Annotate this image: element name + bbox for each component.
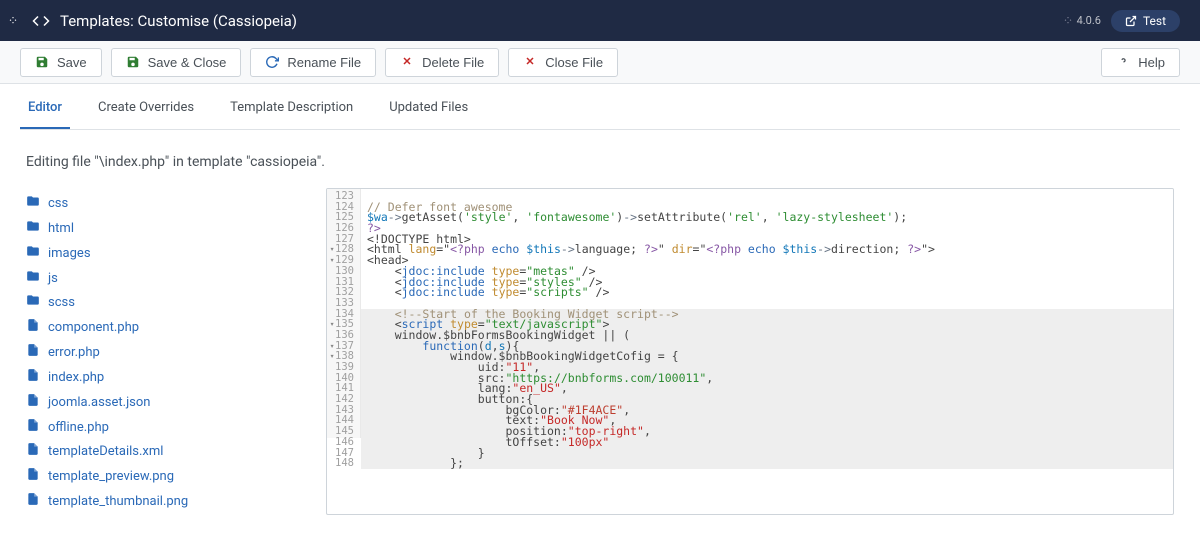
file-icon — [26, 492, 40, 513]
file-index-php[interactable]: index.php — [26, 366, 296, 391]
file-icon — [26, 418, 40, 439]
file-error-php[interactable]: error.php — [26, 341, 296, 366]
file-templateDetails-xml[interactable]: templateDetails.xml — [26, 440, 296, 465]
folder-icon — [26, 293, 40, 314]
folder-icon — [26, 244, 40, 265]
tabs: Editor Create Overrides Template Descripti… — [20, 84, 1180, 130]
joomla-logo-icon[interactable] — [8, 13, 18, 29]
tab-editor[interactable]: Editor — [20, 90, 70, 129]
delete-file-button[interactable]: Delete File — [385, 48, 499, 77]
test-button[interactable]: Test — [1111, 10, 1180, 32]
save-close-button[interactable]: Save & Close — [111, 48, 242, 77]
folder-images[interactable]: images — [26, 242, 296, 267]
toolbar: Save Save & Close Rename File Delete Fil… — [0, 41, 1200, 84]
file-template_thumbnail-png[interactable]: template_thumbnail.png — [26, 490, 296, 515]
top-bar: Templates: Customise (Cassiopeia) 4.0.6 … — [0, 0, 1200, 41]
code-icon — [32, 12, 50, 30]
editing-file-label: Editing file "\index.php" in template "c… — [20, 130, 1180, 188]
folder-icon — [26, 269, 40, 290]
file-icon — [26, 442, 40, 463]
file-joomla-asset-json[interactable]: joomla.asset.json — [26, 391, 296, 416]
tab-updated-files[interactable]: Updated Files — [381, 90, 476, 129]
close-file-button[interactable]: Close File — [508, 48, 618, 77]
save-button[interactable]: Save — [20, 48, 102, 77]
x-icon — [400, 55, 414, 69]
file-template_preview-png[interactable]: template_preview.png — [26, 465, 296, 490]
code-editor[interactable]: 1231241251261271281291301311321331341351… — [326, 188, 1174, 515]
save-icon — [35, 55, 49, 69]
file-component-php[interactable]: component.php — [26, 316, 296, 341]
save-icon — [126, 55, 140, 69]
help-button[interactable]: Help — [1101, 48, 1180, 77]
file-icon — [26, 343, 40, 364]
file-icon — [26, 467, 40, 488]
file-icon — [26, 368, 40, 389]
version-badge[interactable]: 4.0.6 — [1063, 14, 1101, 27]
folder-js[interactable]: js — [26, 267, 296, 292]
x-icon — [523, 55, 537, 69]
tab-template-description[interactable]: Template Description — [222, 90, 361, 129]
content-area: Editor Create Overrides Template Descripti… — [0, 84, 1200, 535]
tab-create-overrides[interactable]: Create Overrides — [90, 90, 202, 129]
folder-scss[interactable]: scss — [26, 291, 296, 316]
folder-html[interactable]: html — [26, 217, 296, 242]
file-tree: csshtmlimagesjsscsscomponent.phperror.ph… — [26, 188, 296, 515]
file-offline-php[interactable]: offline.php — [26, 416, 296, 441]
file-icon — [26, 393, 40, 414]
rename-file-button[interactable]: Rename File — [250, 48, 376, 77]
file-icon — [26, 318, 40, 339]
folder-icon — [26, 194, 40, 215]
page-title: Templates: Customise (Cassiopeia) — [60, 12, 1063, 30]
question-icon — [1116, 55, 1130, 69]
refresh-icon — [265, 55, 279, 69]
folder-css[interactable]: css — [26, 192, 296, 217]
folder-icon — [26, 219, 40, 240]
